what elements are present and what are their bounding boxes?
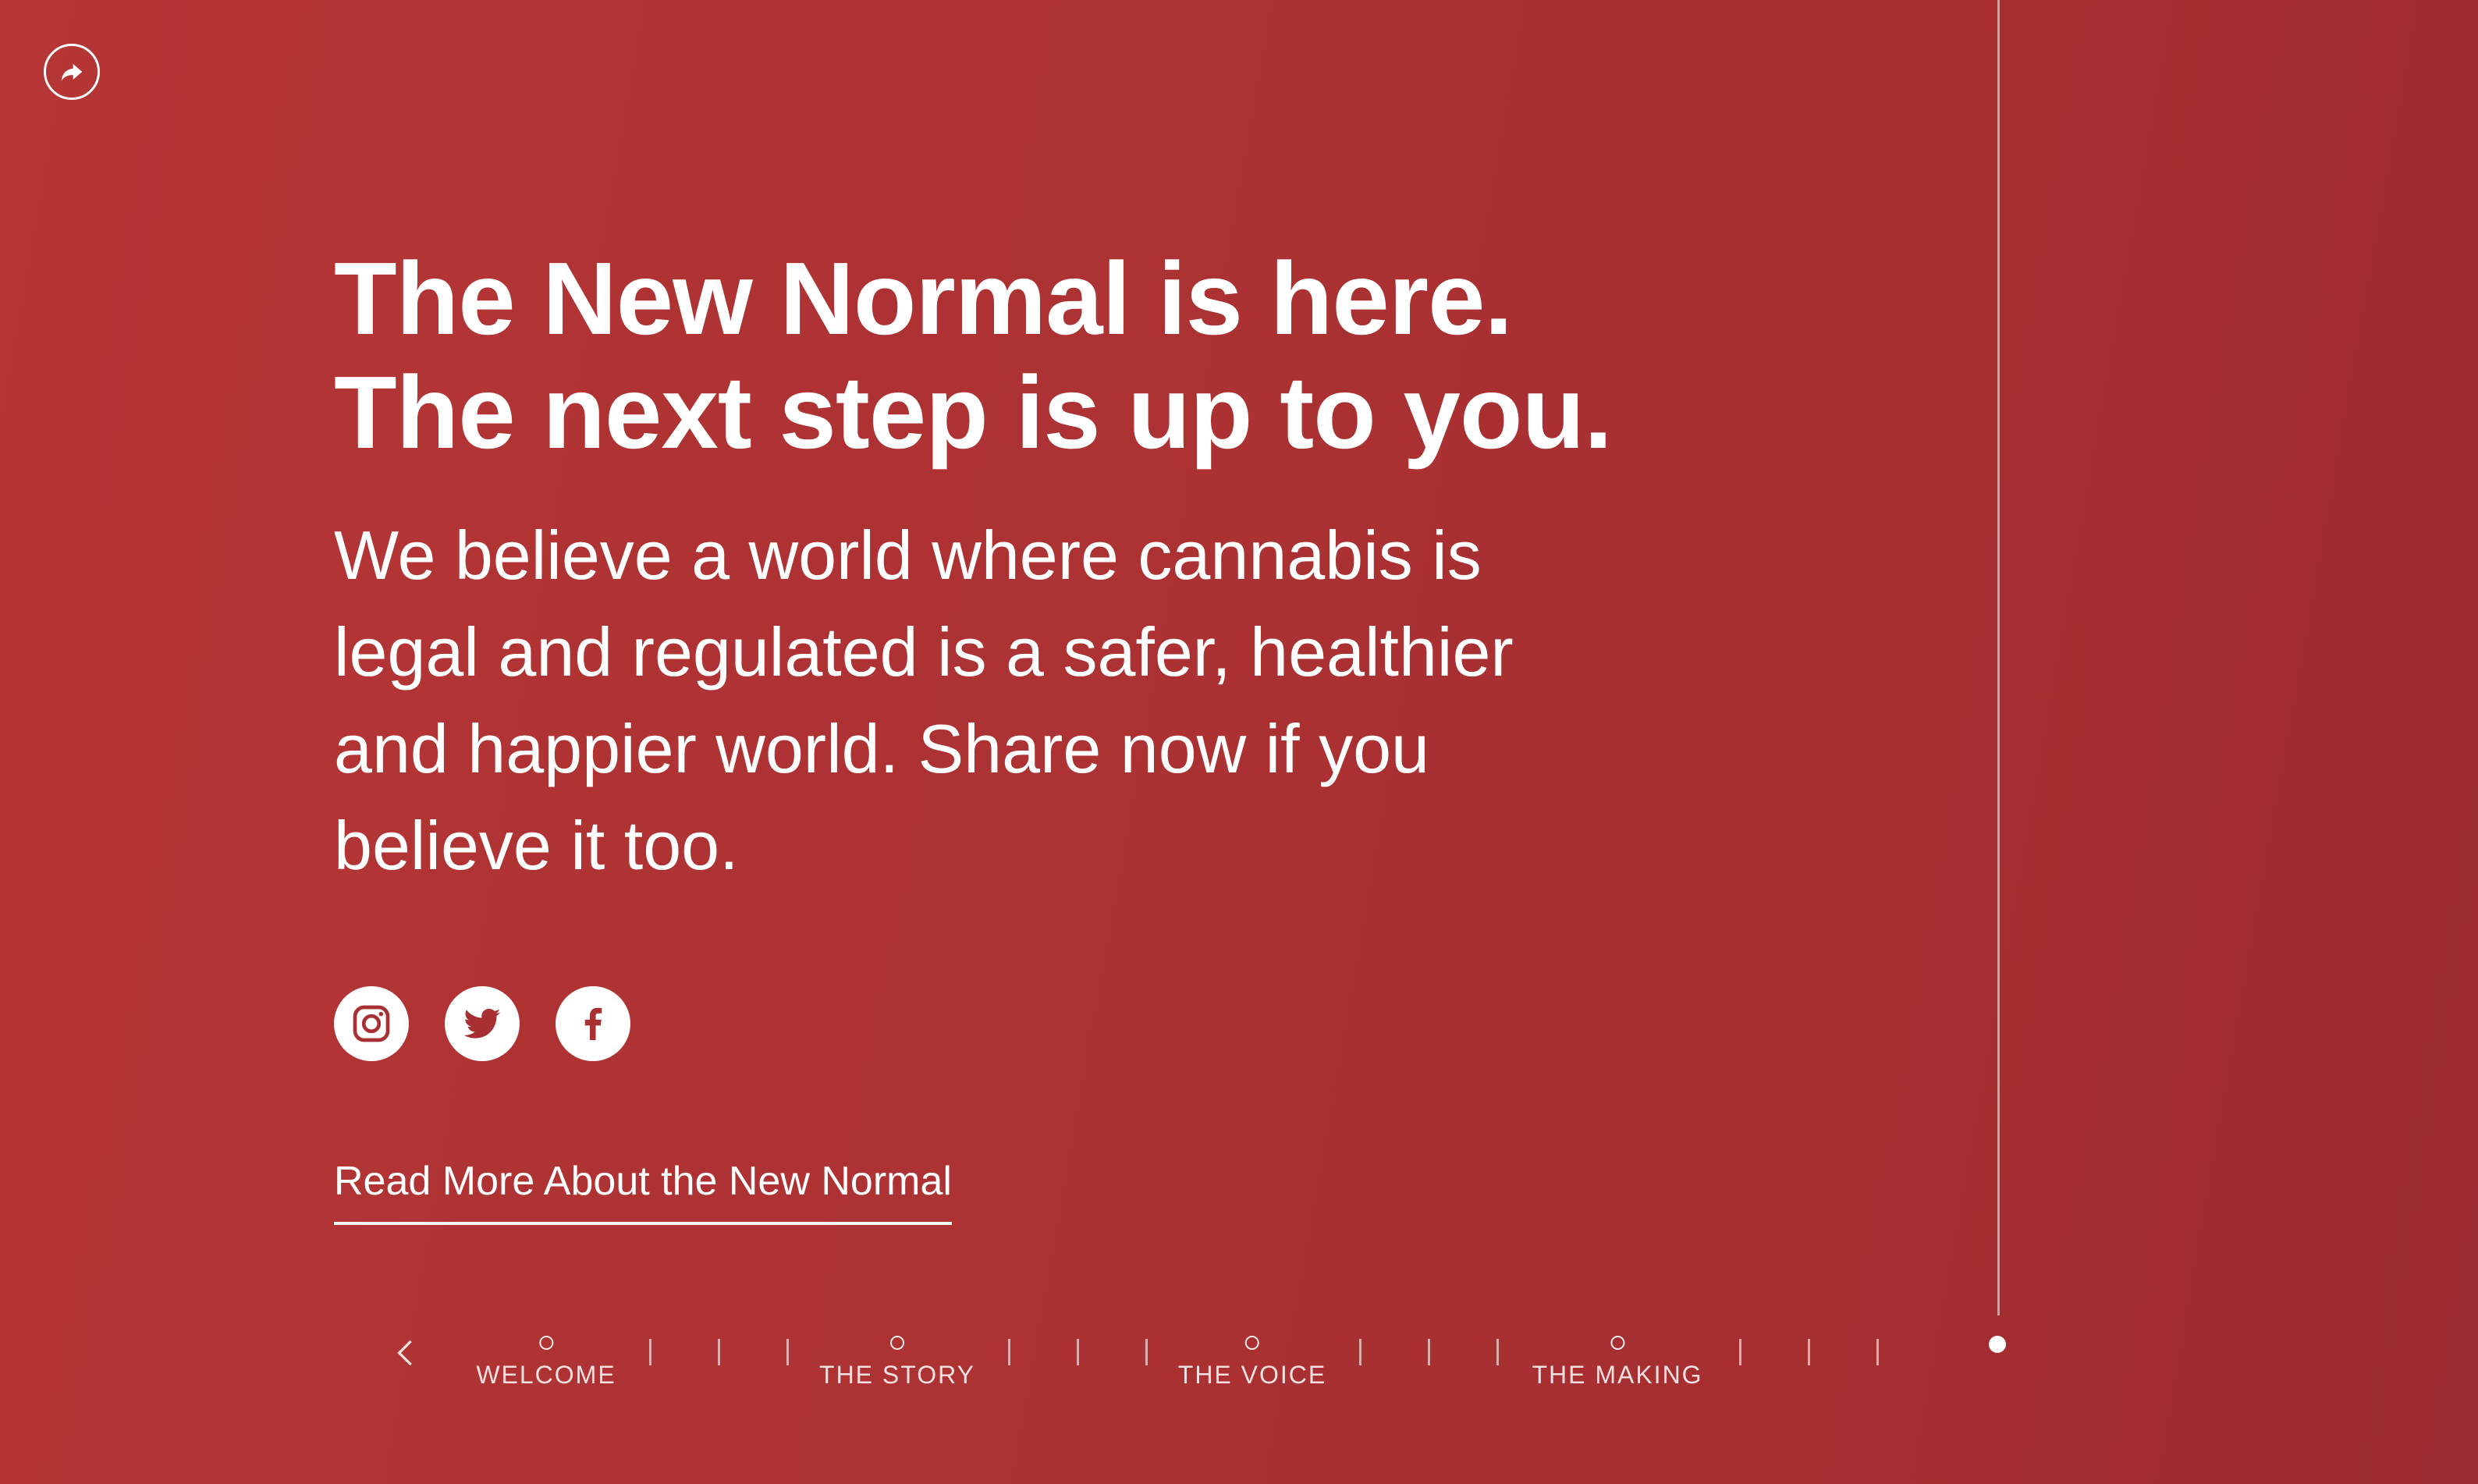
headline-line-2: The next step is up to you. [334, 355, 1613, 470]
nav-tick [1008, 1339, 1010, 1365]
section-navigation: WELCOME THE STORY THE VOICE THE MAKING [0, 1319, 2478, 1420]
nav-label-the-making: THE MAKING [1532, 1361, 1703, 1389]
headline-line-1: The New Normal is here. [334, 241, 1513, 356]
nav-tick [1359, 1339, 1361, 1365]
nav-dot [1610, 1336, 1624, 1350]
nav-active-section-dot[interactable] [1989, 1336, 2006, 1353]
share-arrow-icon [61, 64, 83, 81]
nav-tick [1808, 1339, 1810, 1365]
twitter-button[interactable] [445, 986, 520, 1061]
facebook-button[interactable] [556, 986, 630, 1061]
headline: The New Normal is here. The next step is… [334, 242, 1660, 470]
instagram-button[interactable] [334, 986, 409, 1061]
nav-label-welcome: WELCOME [476, 1361, 616, 1389]
nav-tick [1077, 1339, 1079, 1365]
vertical-divider [1997, 0, 2000, 1315]
nav-section-the-making[interactable]: THE MAKING [1532, 1319, 1702, 1390]
main-content: The New Normal is here. The next step is… [334, 242, 1660, 894]
nav-tick [1145, 1339, 1148, 1365]
nav-dot [890, 1336, 904, 1350]
social-share-row [334, 986, 630, 1061]
nav-tick [649, 1339, 651, 1365]
nav-section-the-voice[interactable]: THE VOICE [1178, 1319, 1326, 1390]
instagram-icon [353, 1005, 390, 1042]
facebook-icon [584, 1007, 602, 1040]
read-more-link[interactable]: Read More About the New Normal [334, 1158, 952, 1225]
chevron-left-icon [397, 1340, 412, 1366]
nav-tick [786, 1339, 789, 1365]
nav-prev-button[interactable] [390, 1337, 421, 1369]
nav-label-the-voice: THE VOICE [1177, 1361, 1327, 1389]
nav-tick [1739, 1339, 1741, 1365]
nav-section-welcome[interactable]: WELCOME [476, 1319, 616, 1390]
nav-tick [1496, 1339, 1499, 1365]
nav-dot [539, 1336, 553, 1350]
share-button[interactable] [44, 44, 100, 100]
nav-tick [1876, 1339, 1879, 1365]
twitter-icon [463, 1008, 501, 1038]
nav-section-the-story[interactable]: THE STORY [819, 1319, 975, 1390]
nav-label-the-story: THE STORY [819, 1361, 975, 1389]
nav-tick [718, 1339, 720, 1365]
body-text: We believe a world where cannabis is leg… [334, 517, 1514, 884]
nav-dot [1245, 1336, 1259, 1350]
nav-tick [1428, 1339, 1430, 1365]
